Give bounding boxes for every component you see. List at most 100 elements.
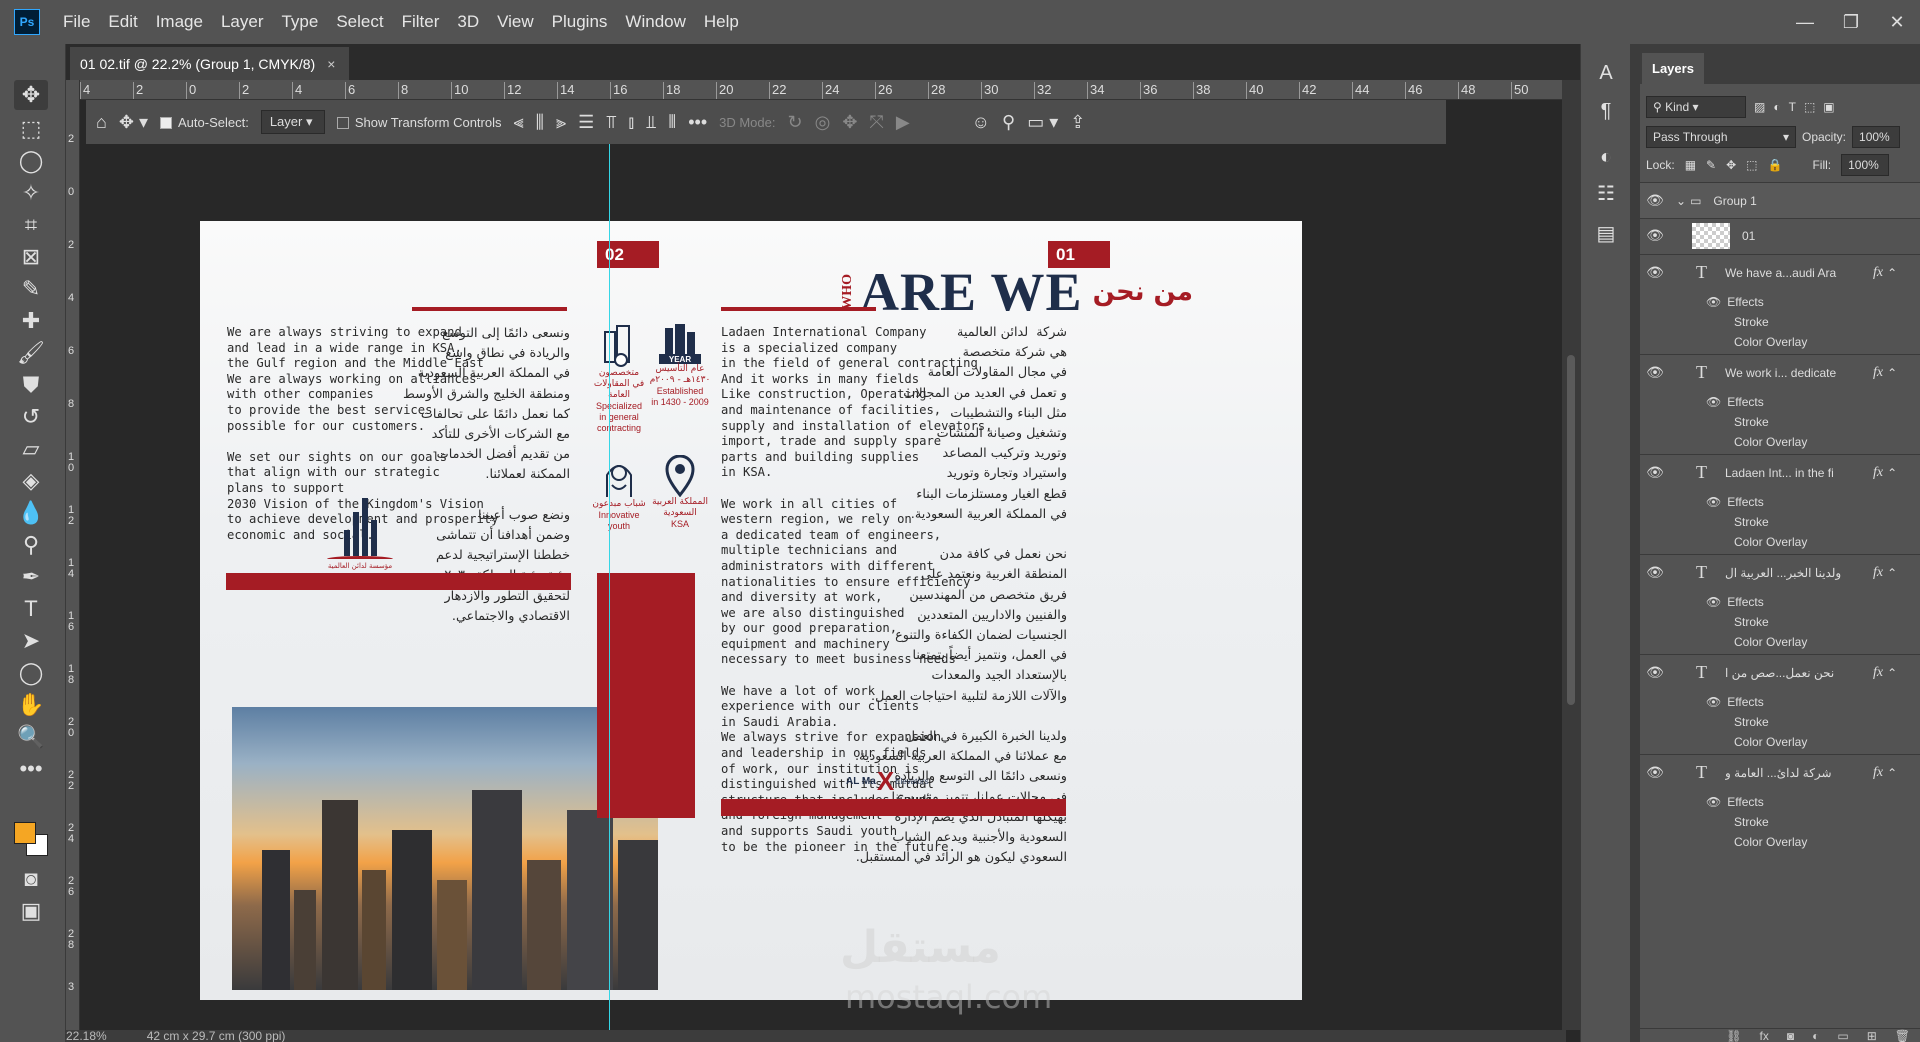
- share-icon[interactable]: ⇪: [1070, 112, 1085, 133]
- lock-transparent-icon[interactable]: ▦: [1685, 158, 1696, 172]
- stroke-effect-row[interactable]: Stroke: [1640, 612, 1920, 632]
- ellipse-tool-icon[interactable]: ◯: [14, 658, 48, 688]
- effects-eye-icon[interactable]: 👁: [1706, 795, 1721, 809]
- dodge-tool-icon[interactable]: ⚲: [14, 530, 48, 560]
- delete-layer-icon[interactable]: 🗑: [1895, 1029, 1910, 1042]
- auto-select-dropdown[interactable]: Layer ▾: [260, 110, 325, 134]
- visibility-eye-icon[interactable]: 👁: [1646, 664, 1664, 681]
- filter-smart-object-icon[interactable]: ▣: [1823, 100, 1834, 114]
- menu-image[interactable]: Image: [147, 12, 212, 32]
- text-layer-row[interactable]: 👁 T نحن نعمل...صص من ا fx ⌃: [1640, 654, 1920, 690]
- stroke-effect-row[interactable]: Stroke: [1640, 712, 1920, 732]
- healing-brush-tool-icon[interactable]: ✚: [14, 306, 48, 336]
- link-layers-icon[interactable]: ⛓: [1726, 1029, 1741, 1042]
- eraser-tool-icon[interactable]: ▱: [14, 434, 48, 464]
- vertical-scrollbar[interactable]: [1562, 80, 1580, 1030]
- paragraph-panel-icon[interactable]: ¶: [1591, 96, 1621, 126]
- color-overlay-effect-row[interactable]: Color Overlay: [1640, 432, 1920, 452]
- home-icon[interactable]: ⌂: [96, 112, 107, 133]
- effects-eye-icon[interactable]: 👁: [1706, 695, 1721, 709]
- menu-edit[interactable]: Edit: [99, 12, 146, 32]
- photoshop-logo-icon[interactable]: Ps: [14, 9, 40, 35]
- filter-type-icon[interactable]: T: [1789, 100, 1796, 114]
- effects-row[interactable]: 👁 Effects: [1640, 492, 1920, 512]
- move-tool-preset-icon[interactable]: ✥ ▾: [119, 112, 148, 133]
- fx-icon[interactable]: fx: [1873, 265, 1883, 281]
- layers-tab[interactable]: Layers: [1642, 53, 1704, 84]
- lasso-tool-icon[interactable]: ◯: [14, 146, 48, 176]
- transform-controls-checkbox[interactable]: Show Transform Controls: [336, 115, 502, 130]
- align-left-icon[interactable]: ⫷: [514, 112, 524, 133]
- kind-filter-dropdown[interactable]: ⚲ Kind ▾: [1646, 96, 1746, 118]
- lock-position-icon[interactable]: ✥: [1726, 158, 1736, 172]
- add-style-icon[interactable]: fx: [1760, 1029, 1769, 1042]
- lock-all-icon[interactable]: 🔒: [1768, 158, 1783, 172]
- text-layer-row[interactable]: 👁 T ولدينا الخبر... العربية ال fx ⌃: [1640, 554, 1920, 590]
- menu-select[interactable]: Select: [327, 12, 392, 32]
- collapse-effects-icon[interactable]: ⌃: [1887, 766, 1897, 780]
- workspace-icon[interactable]: ▭ ▾: [1027, 112, 1058, 133]
- collapse-effects-icon[interactable]: ⌃: [1887, 366, 1897, 380]
- menu-window[interactable]: Window: [616, 12, 694, 32]
- fx-icon[interactable]: fx: [1873, 765, 1883, 781]
- close-window-icon[interactable]: ✕: [1874, 0, 1920, 44]
- collapse-effects-icon[interactable]: ⌃: [1887, 466, 1897, 480]
- menu-3d[interactable]: 3D: [448, 12, 488, 32]
- menu-type[interactable]: Type: [272, 12, 327, 32]
- align-middle-icon[interactable]: ⫾: [628, 112, 634, 133]
- effects-eye-icon[interactable]: 👁: [1706, 395, 1721, 409]
- lock-pixels-icon[interactable]: ✎: [1706, 158, 1716, 172]
- new-fill-layer-icon[interactable]: ◐: [1812, 1029, 1819, 1042]
- color-overlay-effect-row[interactable]: Color Overlay: [1640, 732, 1920, 752]
- guide-line[interactable]: [609, 100, 610, 1030]
- menu-view[interactable]: View: [488, 12, 543, 32]
- paint-bucket-tool-icon[interactable]: ◈: [14, 466, 48, 496]
- visibility-eye-icon[interactable]: 👁: [1646, 227, 1664, 244]
- distribute-vertical-icon[interactable]: ⦀: [668, 112, 676, 133]
- move-tool-icon[interactable]: ✥: [14, 80, 48, 110]
- color-overlay-effect-row[interactable]: Color Overlay: [1640, 332, 1920, 352]
- type-tool-icon[interactable]: T: [14, 594, 48, 624]
- menu-plugins[interactable]: Plugins: [543, 12, 617, 32]
- character-panel-icon[interactable]: A: [1591, 58, 1621, 88]
- hand-tool-icon[interactable]: ✋: [14, 690, 48, 720]
- menu-filter[interactable]: Filter: [393, 12, 449, 32]
- text-layer-row[interactable]: 👁 T Ladaen Int... in the fi fx ⌃: [1640, 454, 1920, 490]
- align-right-icon[interactable]: ⫸: [556, 112, 566, 133]
- lock-artboard-icon[interactable]: ⬚: [1746, 158, 1757, 172]
- adjustments-panel-icon[interactable]: ◐: [1591, 142, 1621, 172]
- fx-icon[interactable]: fx: [1873, 465, 1883, 481]
- visibility-eye-icon[interactable]: 👁: [1646, 192, 1664, 209]
- effects-row[interactable]: 👁 Effects: [1640, 292, 1920, 312]
- 3d-slide-icon[interactable]: ⤧: [869, 112, 883, 133]
- 3d-rotate-icon[interactable]: ↻: [788, 112, 803, 133]
- effects-row[interactable]: 👁 Effects: [1640, 692, 1920, 712]
- brush-tool-icon[interactable]: 🖌: [14, 338, 48, 368]
- blur-tool-icon[interactable]: 💧: [14, 498, 48, 528]
- properties-panel-icon[interactable]: ☷: [1591, 178, 1621, 208]
- collapse-effects-icon[interactable]: ⌃: [1887, 666, 1897, 680]
- close-tab-icon[interactable]: ×: [327, 56, 335, 72]
- effects-eye-icon[interactable]: 👁: [1706, 595, 1721, 609]
- clone-stamp-tool-icon[interactable]: ⛊: [14, 370, 48, 400]
- auto-select-checkbox[interactable]: Auto-Select:: [160, 115, 249, 130]
- stroke-effect-row[interactable]: Stroke: [1640, 512, 1920, 532]
- quick-mask-icon[interactable]: ◙: [14, 864, 48, 894]
- search-people-icon[interactable]: ☺: [972, 112, 990, 133]
- stroke-effect-row[interactable]: Stroke: [1640, 412, 1920, 432]
- collapse-effects-icon[interactable]: ⌃: [1887, 566, 1897, 580]
- scrollbar-thumb[interactable]: [1567, 355, 1575, 705]
- libraries-panel-icon[interactable]: ▤: [1591, 218, 1621, 248]
- crop-tool-icon[interactable]: ⌗: [14, 210, 48, 240]
- magic-wand-tool-icon[interactable]: ✧: [14, 178, 48, 208]
- visibility-eye-icon[interactable]: 👁: [1646, 264, 1664, 281]
- 3d-drag-icon[interactable]: ✥: [842, 112, 857, 133]
- text-layer-row[interactable]: 👁 T We work i... dedicate fx ⌃: [1640, 354, 1920, 390]
- eyedropper-tool-icon[interactable]: ✎: [14, 274, 48, 304]
- add-mask-icon[interactable]: ◙: [1787, 1029, 1794, 1042]
- menu-layer[interactable]: Layer: [212, 12, 273, 32]
- filter-adjustment-icon[interactable]: ◐: [1773, 100, 1780, 114]
- 3d-roll-icon[interactable]: ◎: [815, 112, 831, 133]
- text-layer-row[interactable]: 👁 T شركة لدائ... العامة و fx ⌃: [1640, 754, 1920, 790]
- search-icon[interactable]: ⚲: [1002, 112, 1015, 133]
